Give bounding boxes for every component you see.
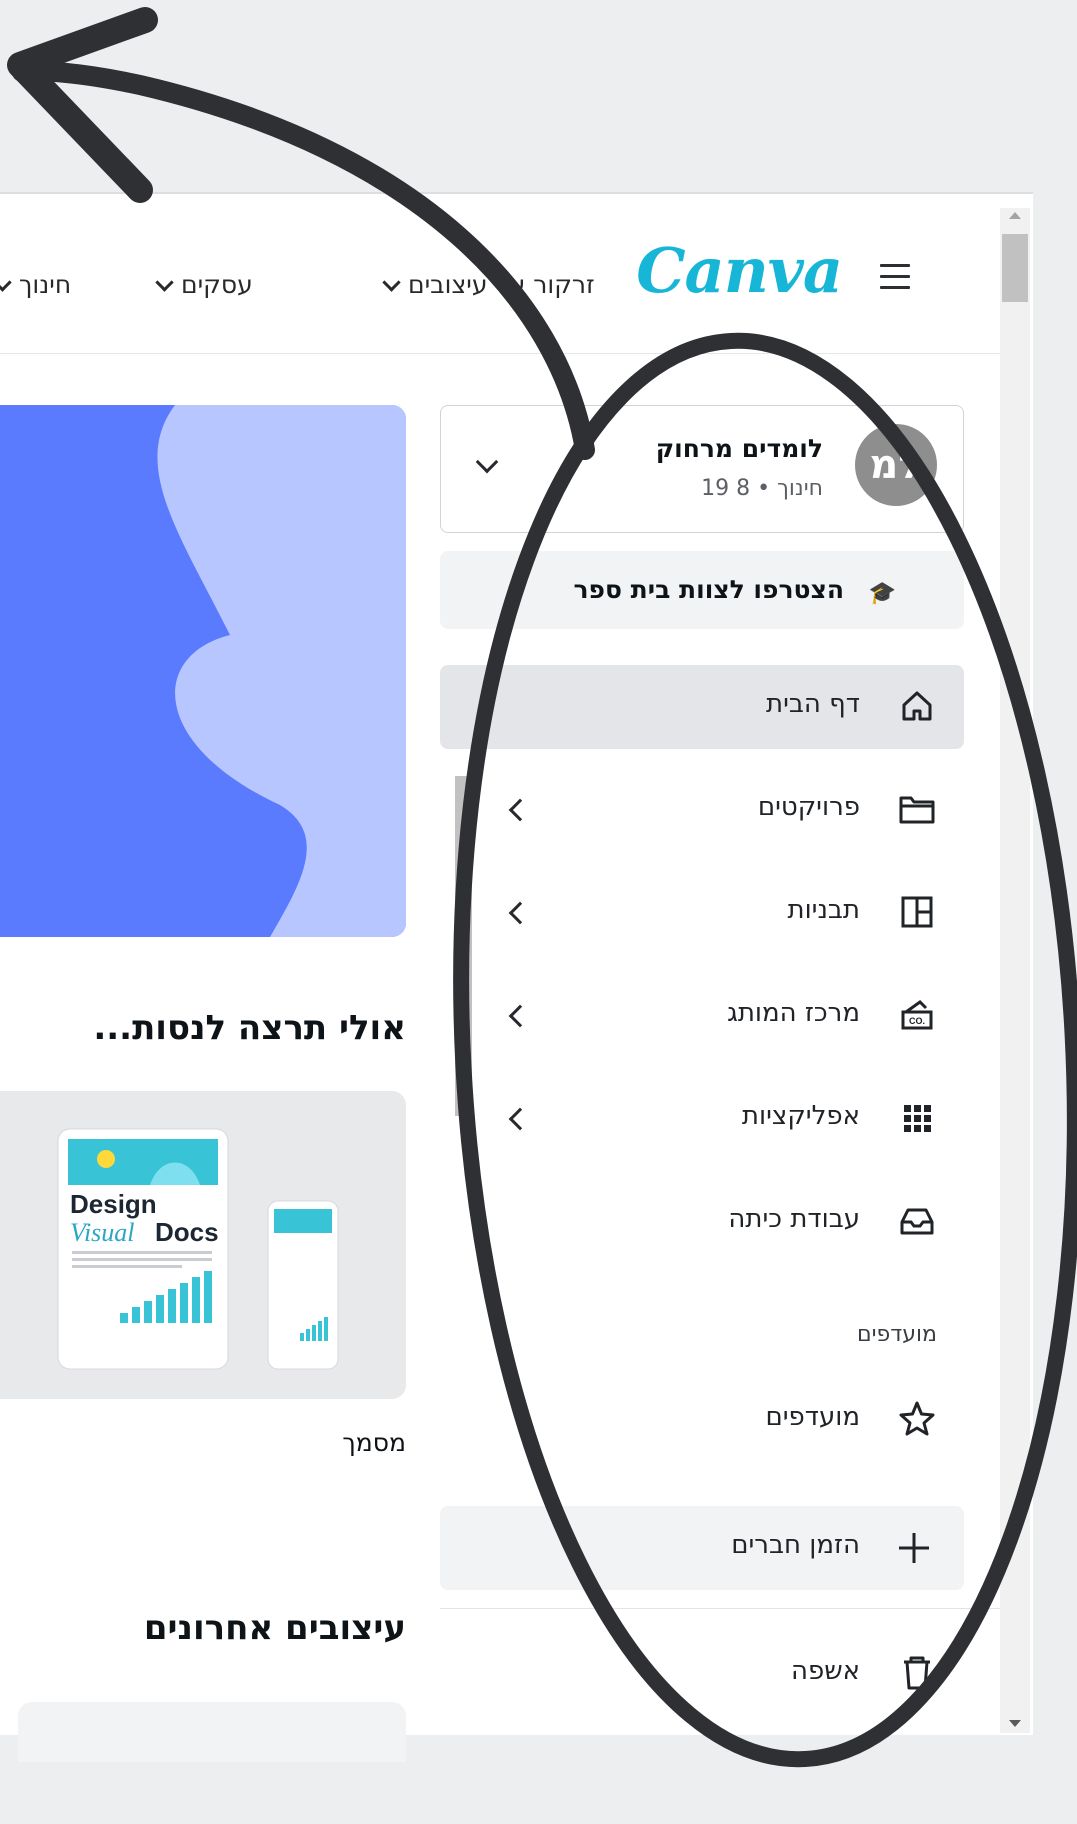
chevron-left-icon: [508, 798, 532, 822]
nav-business-label: עסקים: [181, 270, 253, 299]
template-icon: [901, 896, 933, 928]
sidebar-item-label: תבניות: [787, 895, 860, 925]
graduation-cap-icon: 🎓: [868, 581, 896, 606]
star-icon: [899, 1401, 935, 1436]
account-meta: חינוך • 8 19: [701, 476, 823, 501]
folder-icon: [899, 796, 935, 824]
sidebar-item-brand-hub[interactable]: CO. מרכז המותג: [476, 974, 964, 1058]
page-scrollbar[interactable]: [1000, 208, 1030, 1733]
sidebar-item-trash[interactable]: אשפה: [476, 1632, 964, 1716]
chevron-left-icon: [508, 1004, 532, 1028]
nav-education[interactable]: חינוך: [0, 270, 71, 299]
brand-icon: CO.: [901, 1000, 933, 1030]
scroll-thumb[interactable]: [1002, 234, 1028, 302]
sidebar-item-templates[interactable]: תבניות: [476, 871, 964, 955]
svg-text:CO.: CO.: [909, 1016, 925, 1026]
nav-design-spotlight[interactable]: זרקור על עיצובים: [375, 270, 595, 299]
sidebar-item-label: אשפה: [790, 1656, 860, 1686]
inbox-icon: [900, 1208, 934, 1235]
account-name: לומדים מרחוק: [655, 434, 823, 463]
sidebar-divider: [440, 1608, 1000, 1609]
avatar: למ: [855, 424, 937, 506]
sidebar-item-label: מועדפים: [765, 1402, 860, 1432]
inner-scrollbar[interactable]: [455, 776, 472, 1116]
invite-friends-button[interactable]: הזמן חברים: [440, 1506, 964, 1590]
sidebar-item-projects[interactable]: פרויקטים: [476, 768, 964, 852]
trash-icon: [904, 1656, 930, 1690]
menu-icon[interactable]: [880, 264, 910, 290]
plus-icon: [899, 1533, 929, 1563]
sidebar-item-home[interactable]: דף הבית: [440, 665, 964, 749]
document-template-card[interactable]: Design Visual Docs: [0, 1091, 406, 1399]
sidebar-item-apps[interactable]: אפליקציות: [476, 1077, 964, 1161]
canva-logo[interactable]: Canva: [636, 234, 843, 307]
invite-label: הזמן חברים: [731, 1530, 860, 1560]
nav-education-label: חינוך: [19, 270, 72, 299]
home-icon: [902, 691, 932, 721]
card-title-visual: Visual: [70, 1218, 135, 1247]
nav-business[interactable]: עסקים: [148, 270, 253, 299]
sidebar-item-label: מרכז המותג: [727, 998, 860, 1028]
hero-banner[interactable]: [0, 405, 406, 937]
sidebar-item-label: אפליקציות: [741, 1101, 860, 1131]
nav-design-spotlight-label: זרקור על עיצובים: [408, 270, 595, 299]
card-title-design: Design: [70, 1189, 157, 1219]
chevron-down-icon[interactable]: [475, 450, 499, 474]
chevron-left-icon: [508, 1107, 532, 1131]
suggestions-heading: אולי תרצה לנסות...: [93, 1008, 406, 1048]
hero-illustration: [157, 405, 406, 937]
scroll-up-icon[interactable]: [1009, 212, 1021, 219]
top-header: Canva זרקור על עיצובים עסקים חינוך: [0, 208, 1000, 354]
recent-design-card[interactable]: [18, 1702, 406, 1762]
sidebar-item-label: עבודת כיתה: [728, 1204, 860, 1234]
card-label-document: מסמך: [342, 1428, 406, 1457]
join-school-team-label: הצטרפו לצוות בית ספר: [573, 575, 844, 604]
account-switcher[interactable]: למ לומדים מרחוק חינוך • 8 19: [440, 405, 964, 533]
join-school-team-button[interactable]: 🎓 הצטרפו לצוות בית ספר: [440, 551, 964, 629]
sidebar-item-classwork[interactable]: עבודת כיתה: [476, 1180, 964, 1264]
recent-designs-heading: עיצובים אחרונים: [143, 1608, 406, 1648]
chevron-down-icon: [382, 273, 401, 292]
apps-grid-icon: [904, 1105, 931, 1132]
sidebar-item-label: דף הבית: [765, 689, 860, 719]
chevron-down-icon: [155, 273, 174, 292]
arrow-head-icon: [7, 7, 158, 203]
favorites-section-title: מועדפים: [857, 1322, 937, 1347]
scroll-down-icon[interactable]: [1009, 1720, 1021, 1727]
sidebar-item-favorites[interactable]: מועדפים: [476, 1378, 964, 1462]
chevron-down-icon: [0, 273, 12, 292]
card-title-docs: Docs: [155, 1217, 219, 1247]
chevron-left-icon: [508, 901, 532, 925]
sidebar-item-label: פרויקטים: [757, 792, 860, 822]
template-preview: Design Visual Docs: [57, 1128, 339, 1370]
